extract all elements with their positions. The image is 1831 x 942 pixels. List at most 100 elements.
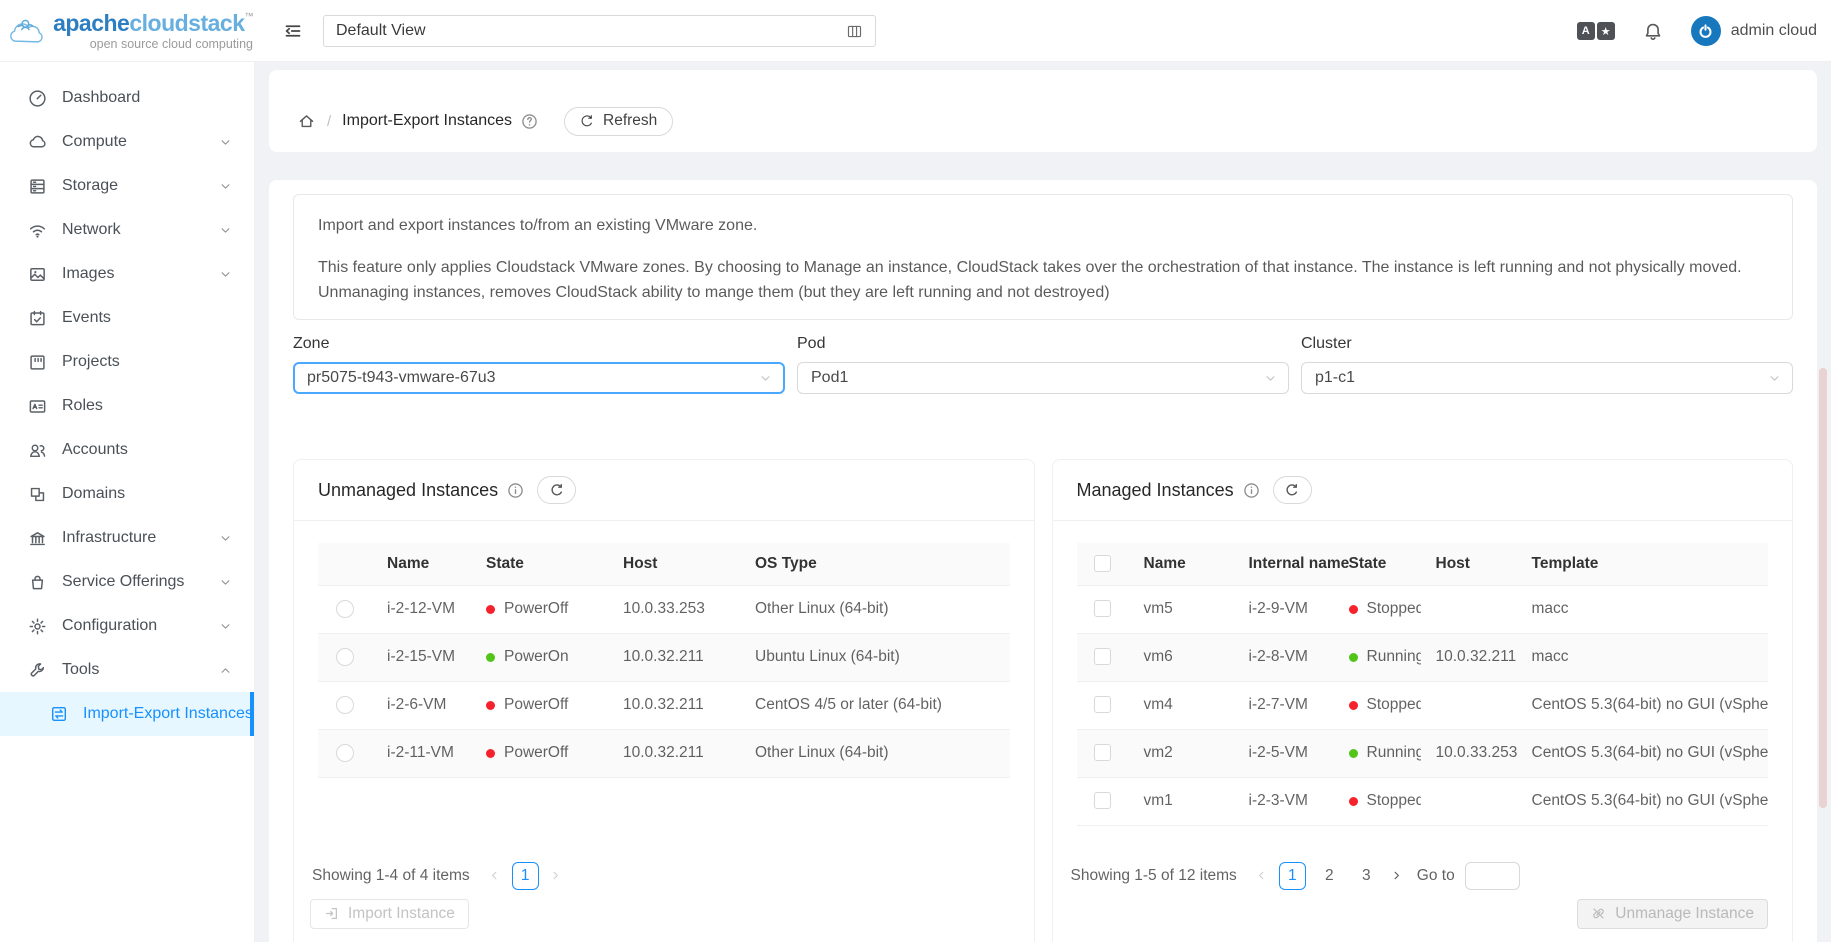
sidebar-item-dashboard[interactable]: Dashboard [0,76,254,120]
page-next[interactable] [544,862,568,890]
panel-header: Managed Instances [1053,460,1793,521]
filters-row: Zone pr5075-t943-vmware-67u3 Pod Pod1 Cl… [293,335,1793,394]
pod-label: Pod [797,335,1289,353]
table-row[interactable]: i-2-15-VMPowerOn10.0.32.211Ubuntu Linux … [318,633,1010,681]
page-next[interactable] [1385,862,1409,890]
table-row[interactable]: vm1i-2-3-VMStoppedCentOS 5.3(64-bit) no … [1077,777,1769,825]
cell-host: 10.0.32.211 [1421,633,1517,681]
view-selector[interactable]: Default View [323,15,876,47]
pod-select[interactable]: Pod1 [797,362,1289,394]
panel-refresh-button[interactable] [1273,476,1312,504]
checkbox[interactable] [1094,648,1111,665]
column-header-os-type: OS Type [740,543,1010,585]
chevron-left-icon [1256,870,1267,881]
cell-host: 10.0.32.211 [608,729,740,777]
sidebar-item-compute[interactable]: Compute [0,120,254,164]
apachecloudstack-logo[interactable]: apachecloudstack™ open source cloud comp… [8,6,253,56]
translate-icon[interactable]: A ★ [1577,22,1615,40]
sidebar-item-label: Network [62,221,219,239]
state-dot [1349,749,1358,758]
sidebar-item-storage[interactable]: Storage [0,164,254,208]
app-header: apachecloudstack™ open source cloud comp… [0,0,1831,62]
radio-button[interactable] [336,648,354,666]
scrollbar-thumb[interactable] [1819,368,1827,808]
active-indicator [250,692,254,736]
cell-name: i-2-6-VM [372,681,471,729]
cell-host [1421,777,1517,825]
select-all-checkbox[interactable] [1094,555,1111,572]
cell-template: macc [1517,633,1769,681]
menu-fold-icon[interactable] [283,21,303,41]
sidebar-item-label: Configuration [62,617,219,635]
page-number-3[interactable]: 3 [1353,862,1380,890]
gear-icon [28,617,47,636]
cell-host [1421,585,1517,633]
home-icon[interactable] [297,112,316,130]
import-export-card: Import and export instances to/from an e… [269,180,1817,942]
question-circle-icon[interactable] [521,113,538,130]
unmanage-instance-button[interactable]: Unmanage Instance [1577,899,1768,929]
column-header-host: Host [1421,543,1517,585]
chevron-down-icon [219,620,232,633]
block-icon [28,485,47,504]
chevron-down-icon [219,532,232,545]
sidebar-item-domains[interactable]: Domains [0,472,254,516]
cell-state: Stopped [1334,777,1421,825]
info-circle-icon[interactable] [1243,482,1260,499]
table-row[interactable]: vm5i-2-9-VMStoppedmacc [1077,585,1769,633]
radio-button[interactable] [336,744,354,762]
page-prev[interactable] [483,862,507,890]
sidebar-item-label: Compute [62,133,219,151]
cell-name: vm1 [1129,777,1234,825]
breadcrumb-page: Import-Export Instances [342,112,512,130]
checkbox[interactable] [1094,792,1111,809]
sidebar-item-label: Images [62,265,219,283]
cell-host [1421,681,1517,729]
sidebar-item-network[interactable]: Network [0,208,254,252]
user-name[interactable]: admin cloud [1731,22,1817,40]
panel-refresh-button[interactable] [537,476,576,504]
page-prev[interactable] [1250,862,1274,890]
table-row[interactable]: vm2i-2-5-VMRunning10.0.33.253CentOS 5.3(… [1077,729,1769,777]
sidebar-item-projects[interactable]: Projects [0,340,254,384]
table-row[interactable]: vm6i-2-8-VMRunning10.0.32.211macc [1077,633,1769,681]
sidebar-item-label: Import-Export Instances [83,705,253,723]
sidebar-item-accounts[interactable]: Accounts [0,428,254,472]
checkbox[interactable] [1094,696,1111,713]
refresh-button[interactable]: Refresh [564,107,673,136]
table-row[interactable]: i-2-6-VMPowerOff10.0.32.211CentOS 4/5 or… [318,681,1010,729]
column-header-state: State [471,543,608,585]
radio-button[interactable] [336,600,354,618]
sidebar-item-images[interactable]: Images [0,252,254,296]
state-dot [1349,653,1358,662]
radio-button[interactable] [336,696,354,714]
shopping-bag-icon [28,573,47,592]
table-row[interactable]: vm4i-2-7-VMStoppedCentOS 5.3(64-bit) no … [1077,681,1769,729]
checkbox[interactable] [1094,744,1111,761]
table-row[interactable]: i-2-12-VMPowerOff10.0.33.253Other Linux … [318,585,1010,633]
cluster-select[interactable]: p1-c1 [1301,362,1793,394]
info-circle-icon[interactable] [507,482,524,499]
page-number-2[interactable]: 2 [1316,862,1343,890]
sidebar-item-roles[interactable]: Roles [0,384,254,428]
sidebar-item-infrastructure[interactable]: Infrastructure [0,516,254,560]
user-avatar[interactable] [1691,16,1721,46]
cluster-label: Cluster [1301,335,1793,353]
zone-select[interactable]: pr5075-t943-vmware-67u3 [293,362,785,394]
disconnect-icon [1591,906,1606,921]
import-instance-button[interactable]: Import Instance [310,899,469,929]
panel-footer: Unmanage Instance [1069,899,1777,929]
sidebar-item-service-offerings[interactable]: Service Offerings [0,560,254,604]
goto-input[interactable] [1465,862,1520,890]
notification-bell-icon[interactable] [1643,21,1663,42]
table-row[interactable]: i-2-11-VMPowerOff10.0.32.211Other Linux … [318,729,1010,777]
sidebar-item-configuration[interactable]: Configuration [0,604,254,648]
page-number-1[interactable]: 1 [1279,862,1306,890]
sidebar-item-import-export-instances[interactable]: Import-Export Instances [0,692,254,736]
page-number-1[interactable]: 1 [512,862,539,890]
sidebar-item-label: Events [62,309,232,327]
checkbox[interactable] [1094,600,1111,617]
sidebar-item-events[interactable]: Events [0,296,254,340]
sidebar-item-tools[interactable]: Tools [0,648,254,692]
sidebar-item-label: Projects [62,353,232,371]
